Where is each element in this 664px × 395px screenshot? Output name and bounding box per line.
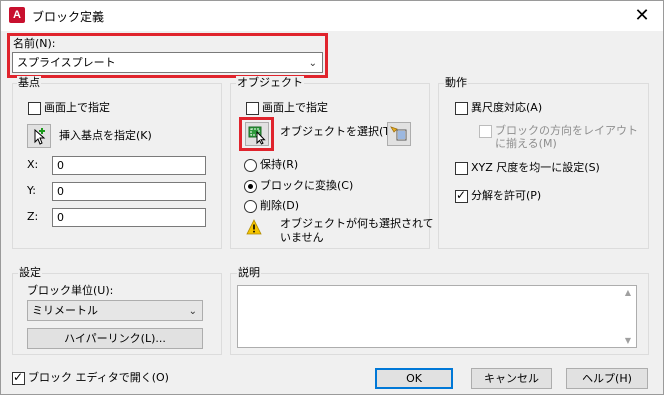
autocad-app-icon: A (9, 7, 25, 23)
convert-to-block-label: ブロックに変換(C) (260, 179, 354, 192)
z-label: Z: (27, 210, 39, 223)
hyperlink-button[interactable]: ハイパーリンク(L)... (27, 328, 203, 349)
ok-button[interactable]: OK (375, 368, 453, 389)
block-unit-value: ミリメートル (32, 304, 98, 317)
delete-label: 削除(D) (260, 199, 300, 212)
allow-explode-label: 分解を許可(P) (471, 189, 542, 202)
description-textarea[interactable]: ▲ ▼ (237, 285, 637, 348)
behavior-group-label: 動作 (444, 76, 468, 89)
x-label: X: (27, 158, 39, 171)
warning-text-line1: オブジェクトが何も選択されて (280, 217, 434, 230)
quick-select-button[interactable] (387, 122, 411, 146)
close-button[interactable]: ✕ (621, 1, 663, 31)
scroll-down-icon[interactable]: ▼ (622, 336, 634, 345)
block-unit-combobox[interactable]: ミリメートル ⌄ (27, 300, 203, 321)
block-unit-label: ブロック単位(U): (27, 284, 114, 297)
pick-insertion-point-label: 挿入基点を指定(K) (59, 129, 152, 142)
description-group-label: 説明 (237, 266, 261, 279)
match-orientation-label-line2: に揃える(M) (495, 137, 557, 150)
select-objects-icon (248, 126, 266, 145)
settings-group-label: 設定 (18, 266, 42, 279)
help-button[interactable]: ヘルプ(H) (566, 368, 648, 389)
match-orientation-checkbox[interactable] (479, 125, 492, 138)
delete-radio[interactable] (244, 200, 257, 213)
open-in-block-editor-checkbox[interactable] (12, 370, 25, 385)
retain-label: 保持(R) (260, 158, 299, 171)
y-label: Y: (27, 184, 36, 197)
base-specify-on-screen-checkbox[interactable] (28, 102, 41, 115)
chevron-down-icon: ⌄ (188, 306, 197, 317)
y-input[interactable]: 0 (52, 182, 206, 201)
objects-specify-on-screen-label: 画面上で指定 (262, 101, 328, 114)
uniform-scale-checkbox[interactable] (455, 162, 468, 175)
scroll-up-icon[interactable]: ▲ (622, 288, 634, 297)
retain-radio[interactable] (244, 159, 257, 172)
name-value: スプライスプレート (17, 56, 116, 69)
select-objects-label: オブジェクトを選択(T) (280, 125, 395, 138)
annotative-checkbox[interactable] (455, 102, 468, 115)
uniform-scale-label: XYZ 尺度を均一に設定(S) (471, 161, 600, 174)
warning-icon (246, 219, 262, 235)
name-combobox[interactable]: スプライスプレート ⌄ (12, 52, 323, 73)
block-definition-dialog: A ブロック定義 ✕ 名前(N): スプライスプレート ⌄ 基点 画面上で指定 … (0, 0, 664, 395)
chevron-down-icon: ⌄ (308, 58, 317, 69)
cancel-button[interactable]: キャンセル (471, 368, 552, 389)
base-specify-on-screen-label: 画面上で指定 (44, 101, 110, 114)
convert-to-block-radio[interactable] (244, 180, 257, 193)
match-orientation-label-line1: ブロックの方向をレイアウト (495, 124, 638, 137)
allow-explode-checkbox[interactable] (455, 188, 468, 203)
pick-point-button[interactable] (27, 124, 51, 148)
z-input[interactable]: 0 (52, 208, 206, 227)
objects-group-label: オブジェクト (236, 76, 304, 89)
quick-select-icon (390, 126, 407, 141)
open-in-block-editor-label: ブロック エディタで開く(O) (28, 371, 169, 384)
base-point-group-label: 基点 (17, 76, 41, 89)
objects-specify-on-screen-checkbox[interactable] (246, 102, 259, 115)
title-bar: A ブロック定義 ✕ (1, 1, 663, 31)
pick-point-icon (34, 128, 46, 145)
annotative-label: 異尺度対応(A) (471, 101, 543, 114)
name-label: 名前(N): (13, 37, 56, 50)
window-title: ブロック定義 (32, 10, 105, 24)
x-input[interactable]: 0 (52, 156, 206, 175)
warning-text-line2: いません (280, 231, 324, 244)
select-objects-button[interactable] (245, 122, 269, 146)
